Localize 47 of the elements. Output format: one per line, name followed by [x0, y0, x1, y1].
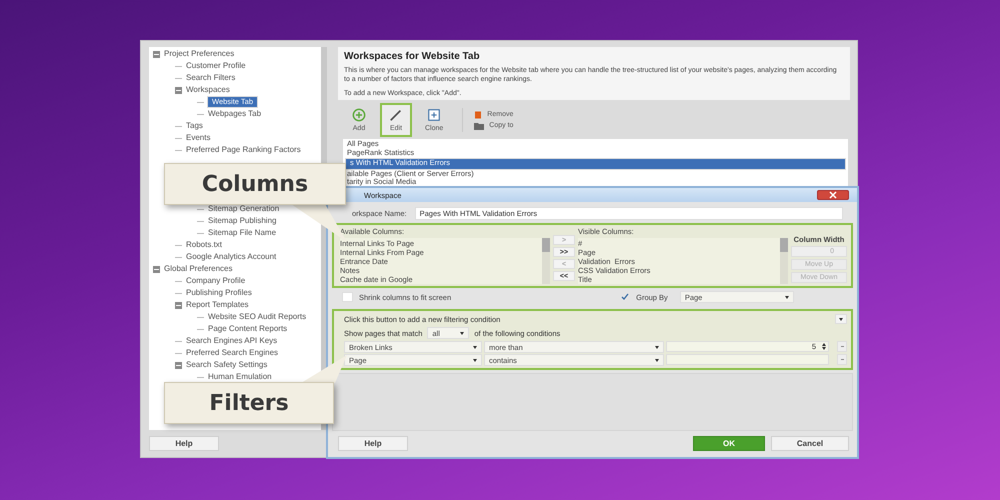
scrollbar[interactable] [542, 238, 550, 284]
collapse-icon[interactable] [153, 266, 160, 272]
tree-item[interactable]: Human Emulation [207, 372, 273, 382]
checkbox[interactable] [619, 292, 630, 302]
help-button[interactable]: Help [338, 436, 408, 451]
remove-condition-button[interactable] [837, 354, 847, 365]
square-icon [474, 110, 482, 118]
tree-item[interactable]: Sitemap File Name [207, 228, 278, 238]
tree-item[interactable]: Global Preferences [163, 264, 234, 274]
collapse-icon[interactable] [175, 362, 182, 368]
tree-item[interactable]: Sitemap Generation [207, 204, 280, 214]
tree-item[interactable]: Robots.txt [185, 240, 224, 250]
tree-item[interactable]: Search Safety Settings [185, 360, 268, 370]
tree-item[interactable]: Report Templates [185, 300, 250, 310]
tree-item[interactable]: Page Content Reports [207, 324, 288, 334]
close-button[interactable] [817, 190, 849, 200]
collapse-icon[interactable] [175, 86, 182, 94]
tree-item[interactable]: Search Filters [185, 73, 236, 83]
folder-icon [474, 122, 484, 130]
tree-item[interactable]: Search Engines API Keys [185, 336, 278, 346]
tree-item[interactable]: Tags [185, 121, 204, 131]
tree-item[interactable]: Project Preferences [163, 49, 236, 59]
plus-icon [351, 108, 367, 122]
add-condition-button[interactable] [835, 314, 847, 324]
tree-item[interactable]: Preferred Page Ranking Factors [185, 145, 302, 155]
tree-item[interactable]: Website SEO Audit Reports [207, 312, 308, 322]
tree-item[interactable]: Customer Profile [185, 61, 247, 71]
tree-item[interactable]: Sitemap Publishing [207, 216, 278, 226]
tree-item[interactable]: Google Analytics Account [185, 252, 278, 262]
tree-item[interactable]: Webpages Tab [207, 109, 262, 119]
tree-item[interactable]: Workspaces [185, 85, 231, 95]
help-button[interactable]: Help [149, 436, 219, 451]
page-title: Workspaces for Website Tab [344, 51, 481, 63]
remove-condition-button[interactable] [837, 341, 847, 352]
checkbox[interactable] [342, 292, 353, 302]
collapse-icon[interactable] [175, 302, 182, 308]
clone-icon [426, 108, 442, 122]
tree-item[interactable]: Events [185, 133, 212, 143]
cancel-button[interactable]: Cancel [771, 436, 849, 451]
collapse-icon[interactable] [153, 50, 160, 58]
close-icon [829, 191, 837, 199]
pencil-icon [388, 108, 404, 122]
scrollbar[interactable] [780, 238, 788, 284]
tree-item[interactable]: Publishing Profiles [185, 288, 253, 298]
tree-item[interactable]: Preferred Search Engines [185, 348, 280, 358]
tree-item[interactable]: Company Profile [185, 276, 246, 286]
value-field[interactable] [666, 354, 829, 365]
